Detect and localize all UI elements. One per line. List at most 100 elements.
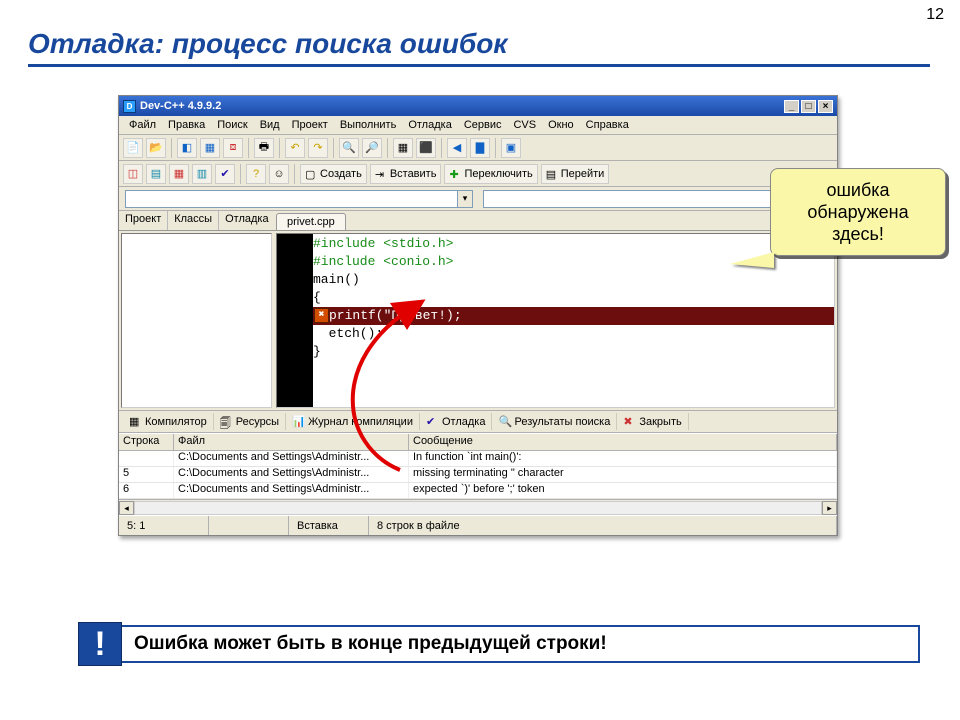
hdr-file[interactable]: Файл <box>174 434 409 450</box>
code-line: #include <conio.h> <box>313 254 453 269</box>
tb-saveall-icon[interactable]: ▦ <box>200 138 220 158</box>
menu-cvs[interactable]: CVS <box>507 118 542 132</box>
slide-title: Отладка: процесс поиска ошибок <box>28 28 930 67</box>
file-tab-privet[interactable]: privet.cpp <box>276 213 346 230</box>
btab-debug[interactable]: ✔Отладка <box>420 413 492 430</box>
cell-file: C:\Documents and Settings\Administr... <box>174 451 409 466</box>
cell-file: C:\Documents and Settings\Administr... <box>174 467 409 482</box>
tb-redo-icon[interactable]: ↷ <box>308 138 328 158</box>
menu-view[interactable]: Вид <box>254 118 286 132</box>
scroll-right-icon[interactable]: ▸ <box>822 501 837 515</box>
tab-project[interactable]: Проект <box>119 211 168 230</box>
tb-stop-icon[interactable]: ▣ <box>501 138 521 158</box>
tb-save-icon[interactable]: ◧ <box>177 138 197 158</box>
menu-project[interactable]: Проект <box>286 118 334 132</box>
menu-edit[interactable]: Правка <box>162 118 211 132</box>
grid-row[interactable]: 6 C:\Documents and Settings\Administr...… <box>119 483 837 499</box>
chevron-down-icon[interactable]: ▾ <box>457 191 472 207</box>
tb-check-icon[interactable]: ✔ <box>215 164 235 184</box>
menu-debug[interactable]: Отладка <box>402 118 457 132</box>
toolbar-2: ◫ ▤ ▦ ▥ ✔ ? ☺ ▢Создать ⇥Вставить ✚Перекл… <box>119 161 837 187</box>
side-panel: Проект Классы Отладка <box>119 211 274 410</box>
tb-fwd-icon[interactable]: ▇ <box>470 138 490 158</box>
tb-replace-icon[interactable]: 🔎 <box>362 138 382 158</box>
tab-classes[interactable]: Классы <box>168 211 219 230</box>
code-line: } <box>313 344 321 359</box>
callout-text: здесь! <box>779 223 937 245</box>
tb-help-icon[interactable]: ? <box>246 164 266 184</box>
doc-icon: ▢ <box>305 168 317 180</box>
app-icon: D <box>123 100 136 113</box>
exclamation-icon: ! <box>78 622 122 666</box>
grid-row[interactable]: C:\Documents and Settings\Administr... I… <box>119 451 837 467</box>
search-icon: 🔍 <box>498 415 511 428</box>
tb-goto-button[interactable]: ▤Перейти <box>541 164 610 184</box>
maximize-button[interactable]: □ <box>801 100 816 113</box>
tb-grid4-icon[interactable]: ▥ <box>192 164 212 184</box>
menu-search[interactable]: Поиск <box>211 118 253 132</box>
titlebar[interactable]: D Dev-C++ 4.9.9.2 _ □ × <box>119 96 837 116</box>
close-icon: ✖ <box>623 415 636 428</box>
cell-file: C:\Documents and Settings\Administr... <box>174 483 409 498</box>
scroll-left-icon[interactable]: ◂ <box>119 501 134 515</box>
hdr-message[interactable]: Сообщение <box>409 434 837 450</box>
btab-close[interactable]: ✖Закрыть <box>617 413 688 430</box>
body-row: Проект Классы Отладка privet.cpp #includ… <box>119 211 837 411</box>
combo-left[interactable]: ▾ <box>125 190 473 208</box>
tb-compile-icon[interactable]: ▦ <box>393 138 413 158</box>
cell-msg: missing terminating " character <box>409 467 837 482</box>
tb-undo-icon[interactable]: ↶ <box>285 138 305 158</box>
tb-run-icon[interactable]: ⬛ <box>416 138 436 158</box>
compiler-icon: ▦ <box>129 415 142 428</box>
hdr-line[interactable]: Строка <box>119 434 174 450</box>
tb-create-button[interactable]: ▢Создать <box>300 164 367 184</box>
code-line: main() <box>313 272 360 287</box>
btab-search[interactable]: 🔍Результаты поиска <box>492 413 617 430</box>
tb-grid3-icon[interactable]: ▦ <box>169 164 189 184</box>
tb-new-icon[interactable]: 📄 <box>123 138 143 158</box>
note-bar: ! Ошибка может быть в конце предыдущей с… <box>78 622 920 666</box>
tb-about-icon[interactable]: ☺ <box>269 164 289 184</box>
btab-log[interactable]: 📊Журнал компиляции <box>286 413 420 430</box>
status-empty <box>209 516 289 535</box>
grid-row[interactable]: 5 C:\Documents and Settings\Administr...… <box>119 467 837 483</box>
tb-close-file-icon[interactable]: ⧈ <box>223 138 243 158</box>
horizontal-scrollbar[interactable]: ◂ ▸ <box>119 499 837 515</box>
menu-help[interactable]: Справка <box>580 118 635 132</box>
btab-resources[interactable]: 🗐Ресурсы <box>214 413 286 430</box>
close-button[interactable]: × <box>818 100 833 113</box>
callout: ошибка обнаружена здесь! <box>770 168 946 256</box>
menu-window[interactable]: Окно <box>542 118 580 132</box>
grid-header: Строка Файл Сообщение <box>119 433 837 451</box>
code-error-line[interactable]: printf("Привет!); <box>313 307 834 325</box>
btab-compiler[interactable]: ▦Компилятор <box>123 413 214 430</box>
menu-run[interactable]: Выполнить <box>334 118 402 132</box>
minimize-button[interactable]: _ <box>784 100 799 113</box>
tb-switch-button[interactable]: ✚Переключить <box>444 164 537 184</box>
tb-grid2-icon[interactable]: ▤ <box>146 164 166 184</box>
tb-insert-button[interactable]: ⇥Вставить <box>370 164 442 184</box>
devcpp-window: D Dev-C++ 4.9.9.2 _ □ × Файл Правка Поис… <box>118 95 838 536</box>
status-pos: 5: 1 <box>119 516 209 535</box>
editor-gutter <box>277 234 313 407</box>
editor-panel: privet.cpp #include <stdio.h> #include <… <box>274 211 837 410</box>
log-icon: 📊 <box>292 415 305 428</box>
tab-debug[interactable]: Отладка <box>219 211 275 230</box>
project-tree[interactable] <box>121 233 272 408</box>
tb-grid1-icon[interactable]: ◫ <box>123 164 143 184</box>
menu-file[interactable]: Файл <box>123 118 162 132</box>
file-tabs: privet.cpp <box>274 211 837 231</box>
tb-back-icon[interactable]: ◀ <box>447 138 467 158</box>
bottom-tabs: ▦Компилятор 🗐Ресурсы 📊Журнал компиляции … <box>119 411 837 433</box>
cell-msg: In function `int main()': <box>409 451 837 466</box>
tb-print-icon[interactable]: 🖶 <box>254 138 274 158</box>
cell-line: 5 <box>119 467 174 482</box>
callout-body: ошибка обнаружена здесь! <box>770 168 946 256</box>
tb-open-icon[interactable]: 📂 <box>146 138 166 158</box>
menubar: Файл Правка Поиск Вид Проект Выполнить О… <box>119 116 837 135</box>
slide: 12 Отладка: процесс поиска ошибок D Dev-… <box>0 0 960 720</box>
switch-icon: ✚ <box>449 168 461 180</box>
tb-find-icon[interactable]: 🔍 <box>339 138 359 158</box>
menu-service[interactable]: Сервис <box>458 118 508 132</box>
scroll-track[interactable] <box>134 501 822 515</box>
